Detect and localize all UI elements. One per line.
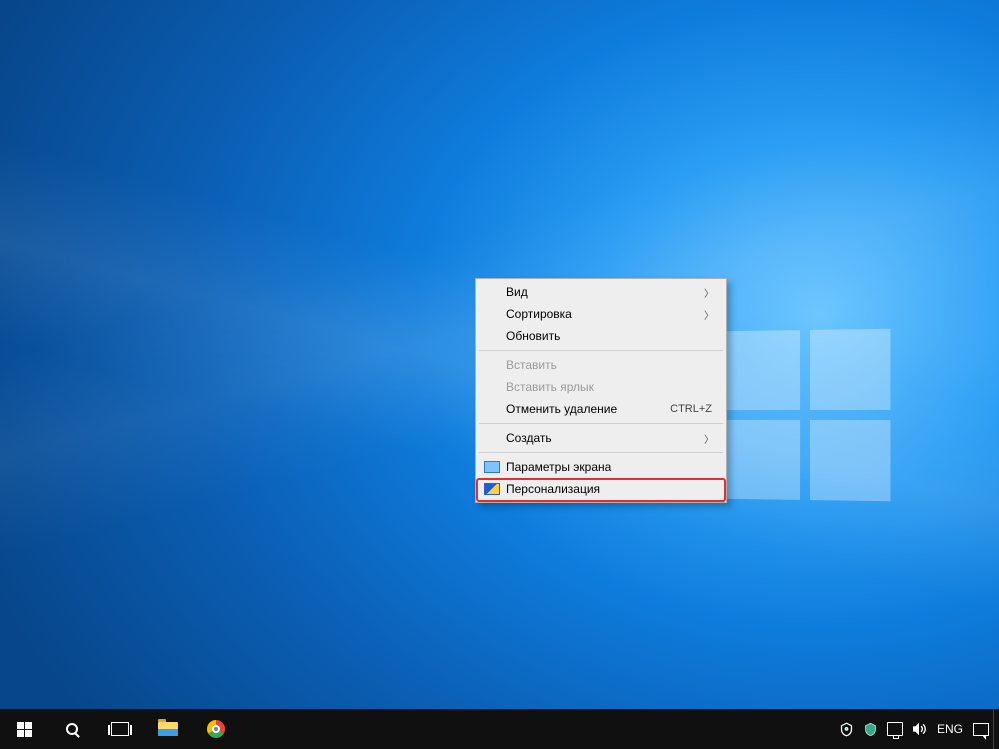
- windows-logo-wallpaper: [722, 329, 890, 502]
- chrome-icon: [207, 720, 225, 738]
- tray-network-icon[interactable]: [883, 709, 907, 749]
- tray-volume-icon[interactable]: [907, 709, 931, 749]
- task-view-button[interactable]: [96, 709, 144, 749]
- tray-language-indicator[interactable]: ENG: [931, 709, 969, 749]
- system-tray: ENG: [835, 709, 999, 749]
- menu-item-personalize[interactable]: Персонализация: [478, 478, 724, 500]
- desktop-context-menu: Вид 〉 Сортировка 〉 Обновить Вставить Вст…: [475, 278, 727, 503]
- menu-item-view[interactable]: Вид 〉: [478, 281, 724, 303]
- chevron-right-icon: 〉: [704, 431, 714, 446]
- menu-separator: [479, 452, 723, 453]
- menu-item-paste-shortcut: Вставить ярлык: [478, 376, 724, 398]
- tray-action-center[interactable]: [969, 709, 993, 749]
- taskbar-app-file-explorer[interactable]: [144, 709, 192, 749]
- shortcut-label: CTRL+Z: [670, 403, 712, 415]
- menu-item-sort[interactable]: Сортировка 〉: [478, 303, 724, 325]
- menu-item-refresh[interactable]: Обновить: [478, 325, 724, 347]
- start-button[interactable]: [0, 709, 48, 749]
- menu-separator: [479, 350, 723, 351]
- display-icon: [484, 461, 500, 473]
- personalize-icon: [484, 483, 500, 495]
- menu-item-paste: Вставить: [478, 354, 724, 376]
- search-button[interactable]: [48, 709, 96, 749]
- chevron-right-icon: 〉: [704, 285, 714, 300]
- windows-icon: [17, 722, 32, 737]
- chevron-right-icon: 〉: [704, 307, 714, 322]
- monitor-icon: [887, 722, 903, 736]
- task-view-icon: [111, 722, 129, 736]
- folder-icon: [158, 722, 178, 736]
- menu-item-new[interactable]: Создать 〉: [478, 427, 724, 449]
- tray-security-icon[interactable]: [835, 709, 859, 749]
- show-desktop-button[interactable]: [993, 709, 999, 749]
- taskbar-app-chrome[interactable]: [192, 709, 240, 749]
- desktop[interactable]: Вид 〉 Сортировка 〉 Обновить Вставить Вст…: [0, 0, 999, 749]
- search-icon: [66, 723, 78, 735]
- taskbar-left: [0, 709, 240, 749]
- tray-antivirus-icon[interactable]: [859, 709, 883, 749]
- taskbar: ENG: [0, 709, 999, 749]
- menu-separator: [479, 423, 723, 424]
- menu-item-display-settings[interactable]: Параметры экрана: [478, 456, 724, 478]
- notification-icon: [973, 723, 989, 736]
- menu-item-undo-delete[interactable]: Отменить удаление CTRL+Z: [478, 398, 724, 420]
